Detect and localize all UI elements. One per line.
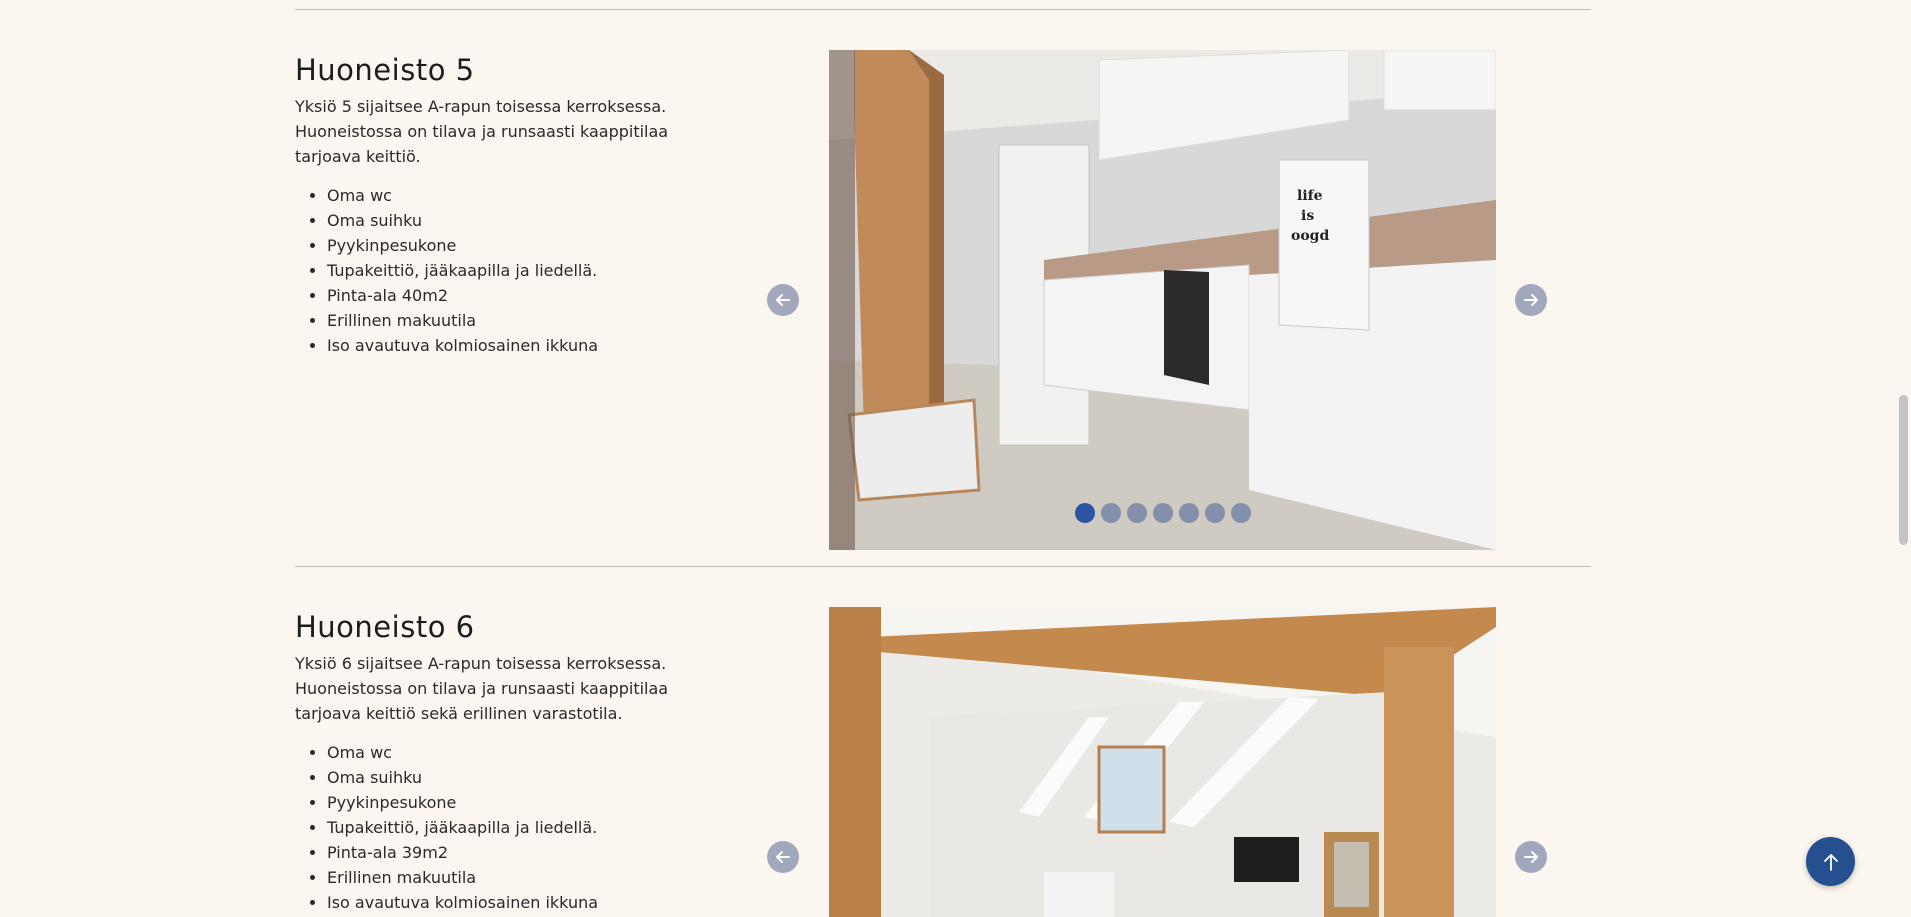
list-item: Pyykinpesukone bbox=[327, 233, 725, 258]
arrow-right-icon bbox=[1524, 294, 1538, 306]
scrollbar-thumb[interactable] bbox=[1899, 395, 1908, 545]
list-item: Oma suihku bbox=[327, 765, 725, 790]
arrow-up-icon bbox=[1823, 853, 1838, 871]
fridge-text: life bbox=[1297, 188, 1323, 204]
section-divider bbox=[295, 566, 1591, 567]
svg-text:is: is bbox=[1301, 208, 1314, 224]
carousel-next-button[interactable] bbox=[1515, 841, 1547, 873]
unit-info: Huoneisto 5 Yksiö 5 sijaitsee A-rapun to… bbox=[295, 50, 725, 358]
image-carousel bbox=[767, 607, 1609, 917]
unit-description: Yksiö 5 sijaitsee A-rapun toisessa kerro… bbox=[295, 97, 669, 166]
unit-info: Huoneisto 6 Yksiö 6 sijaitsee A-rapun to… bbox=[295, 607, 725, 915]
list-item: Iso avautuva kolmiosainen ikkuna bbox=[327, 890, 725, 915]
unit-title: Huoneisto 5 bbox=[295, 53, 475, 87]
list-item: Oma suihku bbox=[327, 208, 725, 233]
kitchen-photo[interactable]: life is oogd bbox=[829, 50, 1496, 550]
list-item: Pinta-ala 40m2 bbox=[327, 283, 725, 308]
svg-text:oogd: oogd bbox=[1291, 228, 1329, 244]
unit-section-5: Huoneisto 5 Yksiö 5 sijaitsee A-rapun to… bbox=[295, 50, 1591, 550]
carousel-next-button[interactable] bbox=[1515, 284, 1547, 316]
list-item: Oma wc bbox=[327, 740, 725, 765]
list-item: Tupakeittiö, jääkaapilla ja liedellä. bbox=[327, 815, 725, 840]
carousel-dots bbox=[829, 503, 1496, 523]
carousel-dot[interactable] bbox=[1126, 503, 1147, 523]
unit-section-6: Huoneisto 6 Yksiö 6 sijaitsee A-rapun to… bbox=[295, 607, 1591, 917]
carousel-prev-button[interactable] bbox=[767, 841, 799, 873]
feature-list: Oma wc Oma suihku Pyykinpesukone Tupakei… bbox=[295, 183, 725, 358]
living-room-photo[interactable] bbox=[829, 607, 1496, 917]
arrow-left-icon bbox=[776, 851, 790, 863]
feature-list: Oma wc Oma suihku Pyykinpesukone Tupakei… bbox=[295, 740, 725, 915]
scroll-to-top-button[interactable] bbox=[1806, 837, 1855, 886]
list-item: Erillinen makuutila bbox=[327, 308, 725, 333]
carousel-dot[interactable] bbox=[1204, 503, 1225, 523]
carousel-dot[interactable] bbox=[1074, 503, 1095, 523]
page: Huoneisto 5 Yksiö 5 sijaitsee A-rapun to… bbox=[0, 0, 1895, 917]
list-item: Oma wc bbox=[327, 183, 725, 208]
carousel-dot[interactable] bbox=[1152, 503, 1173, 523]
image-carousel: life is oogd bbox=[767, 50, 1609, 550]
list-item: Pyykinpesukone bbox=[327, 790, 725, 815]
list-item: Pinta-ala 39m2 bbox=[327, 840, 725, 865]
unit-description: Yksiö 6 sijaitsee A-rapun toisessa kerro… bbox=[295, 654, 669, 723]
section-divider bbox=[295, 9, 1591, 10]
carousel-prev-button[interactable] bbox=[767, 284, 799, 316]
vertical-scrollbar[interactable] bbox=[1895, 0, 1911, 917]
list-item: Erillinen makuutila bbox=[327, 865, 725, 890]
unit-title: Huoneisto 6 bbox=[295, 610, 475, 644]
arrow-left-icon bbox=[776, 294, 790, 306]
list-item: Iso avautuva kolmiosainen ikkuna bbox=[327, 333, 725, 358]
carousel-dot[interactable] bbox=[1100, 503, 1121, 523]
list-item: Tupakeittiö, jääkaapilla ja liedellä. bbox=[327, 258, 725, 283]
carousel-dot[interactable] bbox=[1178, 503, 1199, 523]
carousel-dot[interactable] bbox=[1230, 503, 1251, 523]
arrow-right-icon bbox=[1524, 851, 1538, 863]
